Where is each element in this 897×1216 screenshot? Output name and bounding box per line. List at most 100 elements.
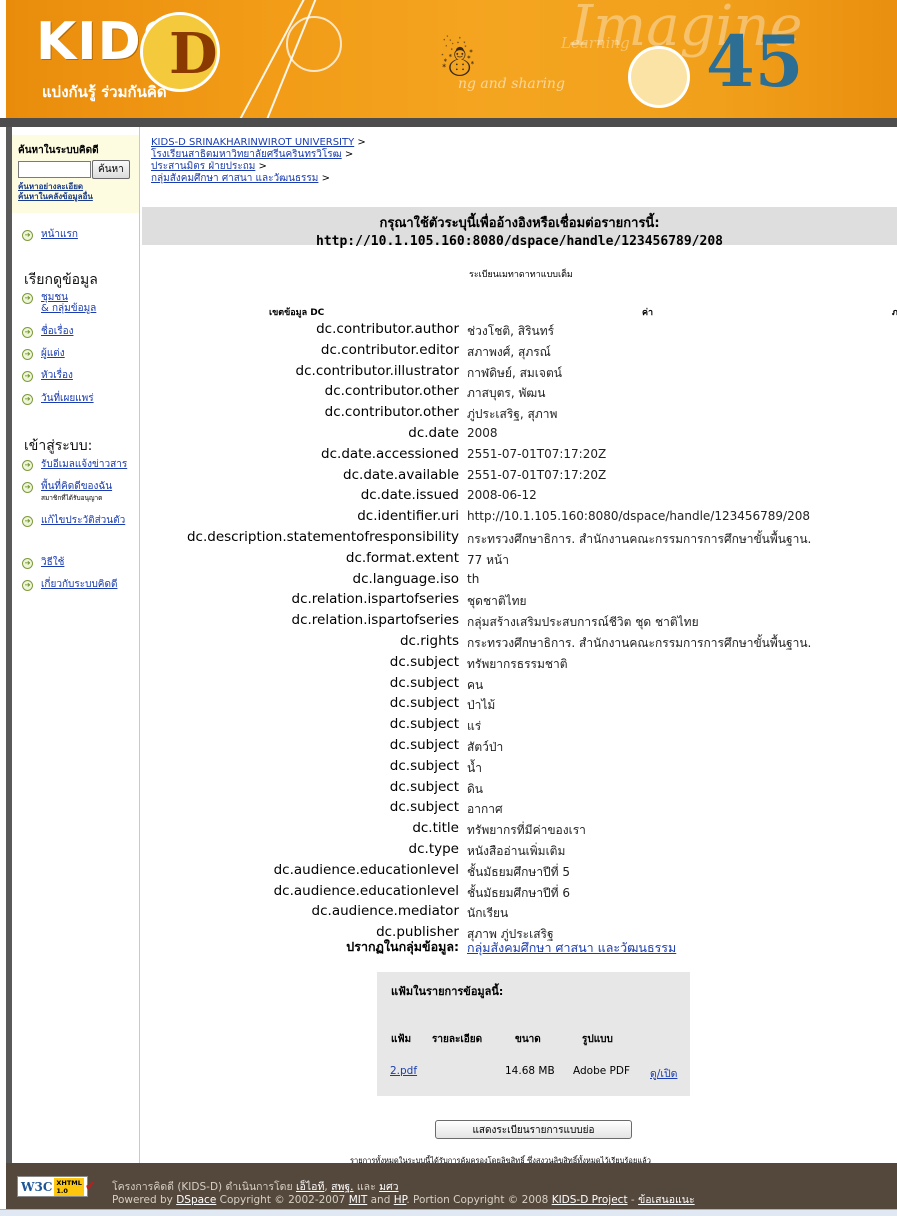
sidebar-item-label[interactable]: วันที่เผยแพร่ [41, 393, 94, 404]
breadcrumb-link[interactable]: กลุ่มสังคมศึกษา ศาสนา และวัฒนธรรม [151, 173, 318, 184]
sidebar-item-title[interactable]: ➔ ชื่อเรื่อง [22, 326, 73, 338]
metadata-field: dc.audience.educationlevel [273, 882, 459, 899]
footer-text: - [630, 1194, 635, 1206]
dancing-kids-icon: ☃ [438, 36, 478, 87]
sidebar-item-home[interactable]: ➔ หน้าแรก [22, 229, 78, 241]
metadata-field: dc.language.iso [352, 570, 459, 587]
sidebar-item-communities[interactable]: ➔ ชุมชน & กลุ่มข้อมูล [22, 292, 96, 314]
metadata-row: dc.audience.educationlevel ชั้นมัธยมศึกษา… [140, 883, 897, 904]
sidebar-item-label[interactable]: หน้าแรก [41, 229, 78, 240]
metadata-row: dc.subject ดิน [140, 779, 897, 800]
metadata-field: dc.date.available [343, 466, 459, 483]
footer-link-mit[interactable]: MIT [349, 1194, 368, 1206]
metadata-value: นักเรียน [467, 906, 509, 921]
metadata-value: th [467, 571, 480, 586]
site-banner: KIDS D แบ่งกันรู้ ร่วมกันคิด Imagine Lea… [0, 0, 897, 118]
metadata-field: dc.contributor.other [324, 404, 459, 421]
other-repository-search-link[interactable]: ค้นหาในคลังข้อมูลอื่น [18, 192, 135, 202]
files-header-file: แฟ้ม [391, 1034, 412, 1045]
metadata-row: dc.relation.ispartofseries กลุ่มสร้างเสริ… [140, 612, 897, 633]
metadata-field: dc.subject [389, 757, 459, 774]
collection-row: ปรากฏในกลุ่มข้อมูล: กลุ่มสังคมศึกษา ศาสน… [140, 937, 897, 958]
sidebar-item-label[interactable]: พื้นที่คิดดีของฉัน [41, 481, 112, 492]
breadcrumb-link[interactable]: KIDS-D SRINAKHARINWIROT UNIVERSITY [151, 137, 354, 148]
sidebar-item-label[interactable]: ชื่อเรื่อง [41, 326, 73, 337]
window-bottom-strip [0, 1209, 897, 1216]
sidebar-item-my-space[interactable]: ➔ พื้นที่คิดดีของฉัน สมาชิกที่ได้รับอนุญ… [22, 481, 112, 503]
login-heading: เข้าสู่ระบบ: [24, 438, 93, 454]
column-header-language: ภ [892, 308, 897, 318]
metadata-row: dc.identifier.uri http://10.1.105.160:808… [140, 508, 897, 529]
metadata-value: 2008 [467, 426, 498, 440]
metadata-field: dc.subject [389, 716, 459, 733]
footer-text: and [370, 1194, 391, 1206]
files-header-format: รูปแบบ [582, 1034, 613, 1045]
metadata-row: dc.subject น้ำ [140, 758, 897, 779]
file-format: Adobe PDF [573, 1065, 631, 1077]
metadata-value: ป่าไม้ [467, 698, 496, 713]
sidebar-item-alerts[interactable]: ➔ รับอีเมลแจ้งข่าวสาร [22, 459, 127, 471]
metadata-row: dc.subject แร่ [140, 716, 897, 737]
sidebar-item-label[interactable]: เกี่ยวกับระบบคิดดี [41, 579, 117, 590]
arrow-right-icon: ➔ [22, 327, 33, 338]
metadata-row: dc.contributor.other ภู่ประเสริฐ, สุภาพ [140, 404, 897, 425]
banner-bottom-strip [0, 118, 897, 127]
sidebar-item-label[interactable]: แก้ไขประวัติส่วนตัว [41, 515, 125, 526]
w3c-xhtml-badge[interactable]: W3C XHTML 1.0 ✔ [17, 1176, 96, 1197]
sidebar-item-help[interactable]: ➔ วิธีใช้ [22, 557, 64, 569]
metadata-value: สัตว์ป่า [467, 740, 504, 754]
advanced-search-link[interactable]: ค้นหาอย่างละเอียด [18, 182, 135, 192]
sidebar-item-label[interactable]: วิธีใช้ [41, 557, 64, 568]
metadata-value: ภาสบุตร, พัฒน [467, 386, 546, 401]
breadcrumb-link[interactable]: โรงเรียนสาธิตมหาวิทยาลัยศรีนครินทรวิโรฒ [151, 149, 342, 160]
breadcrumb-separator: > [321, 173, 330, 184]
footer-line-2: Powered by DSpace Copyright © 2002-2007 … [112, 1191, 695, 1208]
file-view-link[interactable]: ดู/เปิด [650, 1068, 677, 1080]
metadata-row: dc.type หนังสืออ่านเพิ่มเติม [140, 841, 897, 862]
breadcrumb-link[interactable]: ประสานมิตร ฝ่ายประถม [151, 161, 255, 172]
metadata-row: dc.subject ป่าไม้ [140, 695, 897, 716]
metadata-field: dc.rights [399, 633, 459, 649]
metadata-row: dc.contributor.illustrator กาฬดิษย์, สมเจ… [140, 363, 897, 384]
footer-link-dspace[interactable]: DSpace [176, 1194, 216, 1206]
column-header-field: เขตข้อมูล DC [269, 308, 325, 318]
metadata-field: dc.relation.ispartofseries [291, 612, 459, 629]
sidebar-item-label[interactable]: ผู้แต่ง [41, 348, 65, 359]
metadata-value: 2008-06-12 [467, 488, 537, 503]
sidebar-item-label[interactable]: หัวเรื่อง [41, 370, 73, 381]
metadata-value: ทรัพยากรที่มีค่าของเรา [467, 823, 586, 838]
metadata-row: dc.date.available 2551-07-01T07:17:20Z [140, 467, 897, 488]
file-name-link[interactable]: 2.pdf [390, 1065, 417, 1077]
files-title: แฟ้มในรายการข้อมูลนี้: [391, 985, 504, 998]
metadata-field: dc.audience.mediator [311, 903, 459, 920]
metadata-value: 77 หน้า [467, 552, 509, 567]
search-input[interactable] [18, 161, 91, 178]
sidebar-item-subject[interactable]: ➔ หัวเรื่อง [22, 370, 73, 382]
breadcrumb-separator: > [258, 161, 267, 172]
metadata-value: แร่ [467, 719, 482, 734]
metadata-value: ชุดชาติไทย [467, 594, 527, 609]
sidebar-item-author[interactable]: ➔ ผู้แต่ง [22, 348, 65, 360]
sidebar-item-label[interactable]: ชุมชน & กลุ่มข้อมูล [41, 292, 96, 314]
sidebar-item-edit-profile[interactable]: ➔ แก้ไขประวัติส่วนตัว [22, 515, 125, 527]
column-header-value: ค่า [642, 308, 654, 318]
show-simple-record-button[interactable]: แสดงระเบียนรายการแบบย่อ [435, 1120, 632, 1139]
metadata-value: 2551-07-01T07:17:20Z [467, 446, 607, 461]
footer-link-hp[interactable]: HP [394, 1194, 407, 1206]
metadata-row: dc.subject สัตว์ป่า [140, 737, 897, 758]
metadata-field: dc.date [408, 425, 459, 441]
footer-link-kids-project[interactable]: KIDS-D Project [552, 1194, 628, 1206]
metadata-row: dc.language.iso th [140, 571, 897, 592]
metadata-value: กาฬดิษย์, สมเจตน์ [467, 365, 562, 380]
metadata-field: dc.subject [389, 778, 459, 795]
metadata-value: กระทรวงศึกษาธิการ. สำนักงานคณะกรรมการการ… [467, 636, 812, 650]
sidebar-item-about[interactable]: ➔ เกี่ยวกับระบบคิดดี [22, 579, 117, 591]
arrow-right-icon: ➔ [22, 516, 33, 527]
metadata-row: dc.audience.mediator นักเรียน [140, 903, 897, 924]
files-box: แฟ้มในรายการข้อมูลนี้: แฟ้ม รายละเอียด ข… [377, 972, 690, 1096]
footer-link-feedback[interactable]: ข้อเสนอแนะ [638, 1194, 695, 1206]
sidebar-item-label[interactable]: รับอีเมลแจ้งข่าวสาร [41, 459, 127, 470]
sidebar-item-date[interactable]: ➔ วันที่เผยแพร่ [22, 393, 94, 405]
search-button[interactable]: ค้นหา [92, 160, 130, 179]
collection-link[interactable]: กลุ่มสังคมศึกษา ศาสนา และวัฒนธรรม [467, 940, 676, 955]
